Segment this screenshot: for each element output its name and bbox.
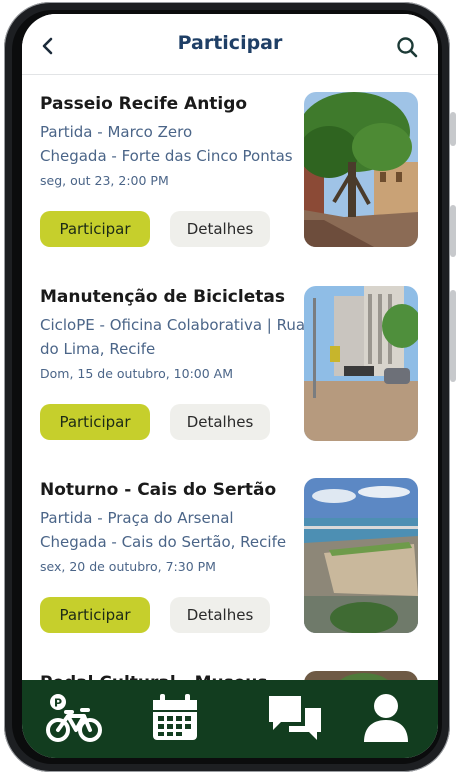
event-location-cont: do Lima, Recife	[40, 340, 156, 358]
event-date: Dom, 15 de outubro, 10:00 AM	[40, 366, 233, 381]
bike-parking-icon[interactable]: P	[44, 692, 104, 744]
volume-button	[450, 112, 456, 146]
join-button[interactable]: Participar	[40, 597, 150, 633]
event-card: Noturno - Cais do Sertão Partida - Praça…	[40, 478, 420, 640]
app-screen: Participar Passeio Recife Antigo Partida…	[22, 14, 438, 758]
join-button[interactable]: Participar	[40, 211, 150, 247]
power-button	[450, 290, 456, 382]
event-end-location: Chegada - Cais do Sertão, Recife	[40, 533, 287, 551]
event-photo[interactable]	[304, 286, 418, 441]
details-button[interactable]: Detalhes	[170, 211, 270, 247]
page-title: Participar	[177, 32, 283, 54]
event-start-location: Partida - Marco Zero	[40, 123, 193, 141]
chat-icon[interactable]	[265, 692, 325, 744]
top-bar: Participar	[22, 14, 438, 75]
bottom-navigation: P	[22, 680, 438, 758]
volume-button	[450, 205, 456, 257]
event-end-location: Chegada - Forte das Cinco Pontas	[40, 147, 293, 165]
event-location: CicloPE - Oficina Colaborativa | Rua	[40, 316, 306, 334]
event-title: Manutenção de Bicicletas	[40, 287, 285, 307]
event-date: sex, 20 de outubro, 7:30 PM	[40, 559, 216, 574]
calendar-icon[interactable]	[145, 692, 205, 744]
event-start-location: Partida - Praça do Arsenal	[40, 509, 234, 527]
event-title: Passeio Recife Antigo	[40, 94, 248, 114]
join-button[interactable]: Participar	[40, 404, 150, 440]
profile-icon[interactable]	[356, 692, 416, 744]
event-photo[interactable]	[304, 92, 418, 247]
svg-text:P: P	[54, 697, 62, 710]
event-title: Noturno - Cais do Sertão	[40, 480, 277, 500]
search-icon[interactable]	[396, 36, 418, 58]
event-card: Passeio Recife Antigo Partida - Marco Ze…	[40, 92, 420, 254]
event-card: Manutenção de Bicicletas CicloPE - Ofici…	[40, 286, 420, 447]
details-button[interactable]: Detalhes	[170, 404, 270, 440]
event-date: seg, out 23, 2:00 PM	[40, 173, 169, 188]
event-photo[interactable]	[304, 478, 418, 633]
details-button[interactable]: Detalhes	[170, 597, 270, 633]
